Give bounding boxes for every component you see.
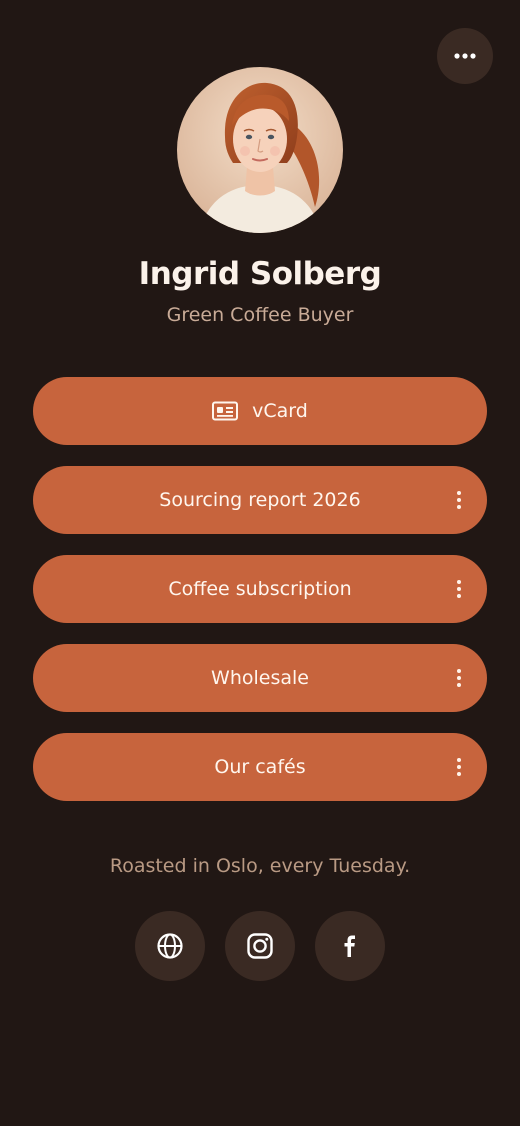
globe-icon — [157, 933, 183, 959]
kebab-menu-icon[interactable] — [449, 577, 469, 601]
link-label: Coffee subscription — [168, 578, 352, 600]
facebook-button[interactable] — [315, 911, 385, 981]
kebab-menu-icon[interactable] — [449, 755, 469, 779]
avatar — [177, 67, 343, 233]
link-label: Our cafés — [214, 756, 306, 778]
more-horizontal-icon — [454, 53, 476, 59]
id-card-icon — [212, 401, 239, 421]
link-wholesale[interactable]: Wholesale — [33, 644, 487, 712]
profile-name: Ingrid Solberg — [138, 256, 382, 292]
instagram-icon — [247, 933, 273, 959]
more-options-button[interactable] — [437, 28, 493, 84]
profile-role: Green Coffee Buyer — [166, 304, 354, 326]
instagram-button[interactable] — [225, 911, 295, 981]
link-our-cafes[interactable]: Our cafés — [33, 733, 487, 801]
facebook-icon — [344, 935, 355, 957]
link-label: Sourcing report 2026 — [159, 489, 361, 511]
footer-tagline: Roasted in Oslo, every Tuesday. — [109, 855, 411, 877]
vcard-button[interactable]: vCard — [33, 377, 487, 445]
link-label: Wholesale — [211, 667, 309, 689]
kebab-menu-icon[interactable] — [449, 666, 469, 690]
link-label: vCard — [252, 400, 308, 422]
website-button[interactable] — [135, 911, 205, 981]
link-coffee-subscription[interactable]: Coffee subscription — [33, 555, 487, 623]
kebab-menu-icon[interactable] — [449, 488, 469, 512]
link-sourcing-report[interactable]: Sourcing report 2026 — [33, 466, 487, 534]
